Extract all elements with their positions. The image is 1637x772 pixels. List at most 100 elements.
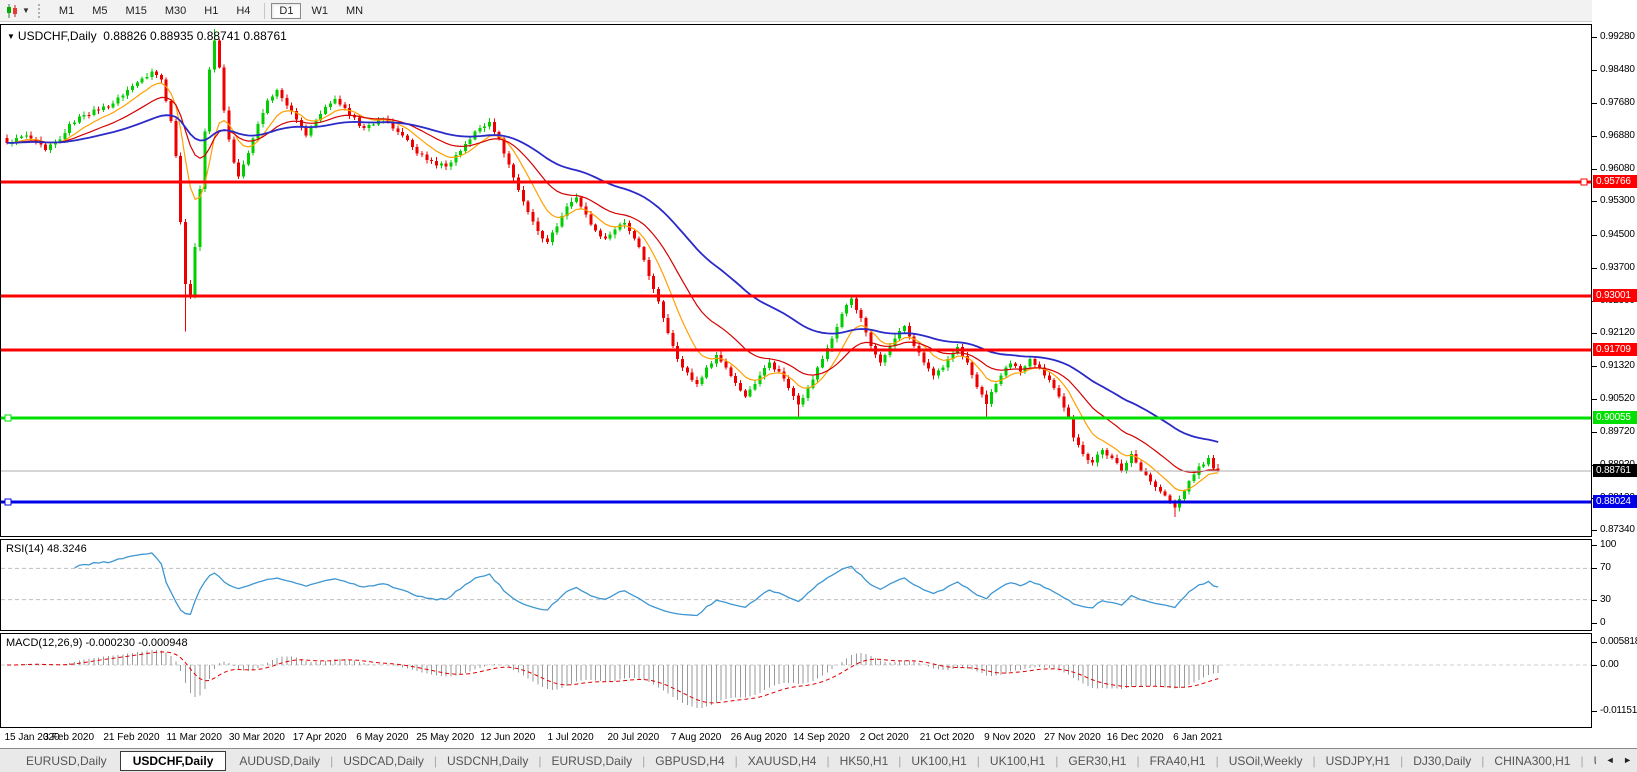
timeframe-button-m5[interactable]: M5: [84, 3, 115, 19]
axis-tick-mark: [1592, 642, 1597, 643]
fast-ma-orange: [7, 82, 1219, 492]
chart-tab-xauusd-h4-7[interactable]: XAUUSD,H4: [738, 751, 827, 771]
date-label: 3 Feb 2020: [43, 732, 95, 743]
date-label: 14 Sep 2020: [793, 732, 850, 743]
chart-tab-gbpusd-h4-6[interactable]: GBPUSD,H4: [645, 751, 734, 771]
symbol-dropdown-icon[interactable]: ▼: [7, 32, 15, 41]
chart-tab-usdjpy-h1-14[interactable]: USDJPY,H1: [1316, 751, 1400, 771]
level-handle[interactable]: [4, 414, 12, 422]
date-label: 2 Oct 2020: [859, 732, 909, 743]
macd-tick-label: 0.005818: [1600, 636, 1637, 647]
level-price-tag: 0.88024: [1593, 495, 1637, 508]
toolbar-grip: [37, 3, 42, 18]
chart-tab-eurusd-daily-0[interactable]: EURUSD,Daily: [16, 751, 117, 771]
date-label: 1 Jul 2020: [547, 732, 594, 743]
axis-tick-mark: [1592, 530, 1597, 531]
chart-tab-ger30-h1-11[interactable]: GER30,H1: [1058, 751, 1136, 771]
macd-tick-label: 0.00: [1600, 659, 1619, 670]
chart-tab-hk50-h1-8[interactable]: HK50,H1: [830, 751, 899, 771]
level-price-tag: 0.95766: [1593, 175, 1637, 188]
axis-tick-mark: [1592, 70, 1597, 71]
timeframe-button-h4[interactable]: H4: [228, 3, 258, 19]
chart-tab-usdcad-daily-3[interactable]: USDCAD,Daily: [333, 751, 434, 771]
chart-tab-usoil--17[interactable]: USOil,: [1584, 751, 1596, 771]
axis-tick-mark: [1592, 545, 1597, 546]
axis-tick-mark: [1592, 623, 1597, 624]
date-label: 16 Dec 2020: [1106, 732, 1164, 743]
rsi-canvas[interactable]: [1, 540, 1591, 630]
date-label: 25 May 2020: [416, 732, 475, 743]
level-price-tag: 0.90055: [1593, 411, 1637, 424]
price-tick-label: 0.95300: [1600, 195, 1635, 206]
chart-tab-dj30-daily-15[interactable]: DJ30,Daily: [1403, 751, 1481, 771]
timeframe-buttons: M1 M5 M15 M30 H1 H4 D1 W1 MN: [50, 2, 372, 19]
tab-scroll-arrows: ◄ ►: [1600, 755, 1632, 765]
timeframe-button-m15[interactable]: M15: [117, 3, 154, 19]
axis-tick-mark: [1592, 268, 1597, 269]
chart-tab-audusd-daily-2[interactable]: AUDUSD,Daily: [229, 751, 330, 771]
timeframe-button-w1[interactable]: W1: [303, 3, 336, 19]
current-price-tag: 0.88761: [1593, 464, 1637, 477]
rsi-tick-label: 100: [1600, 539, 1617, 550]
date-label: 30 Mar 2020: [228, 732, 285, 743]
axis-tick-mark: [1592, 600, 1597, 601]
axis-tick-mark: [1592, 136, 1597, 137]
macd-pane[interactable]: MACD(12,26,9) -0.000230 -0.000948: [0, 633, 1592, 728]
macd-histogram: [16, 650, 1219, 708]
axis-tick-mark: [1592, 37, 1597, 38]
time-axis[interactable]: 15 Jan 2020 3 Feb 2020 21 Feb 2020 11 Mar 2…: [0, 729, 1592, 747]
chart-tab-usdcnh-daily-4[interactable]: USDCNH,Daily: [437, 751, 538, 771]
timeframe-button-d1[interactable]: D1: [271, 2, 302, 19]
rsi-pane[interactable]: RSI(14) 48.3246: [0, 539, 1592, 631]
axis-tick-mark: [1592, 432, 1597, 433]
slow-ma-blue: [7, 114, 1219, 443]
rsi-label: RSI(14) 48.3246: [6, 543, 87, 555]
axis-tick-mark: [1592, 665, 1597, 666]
tab-scroll-right-icon[interactable]: ►: [1623, 755, 1632, 765]
axis-tick-mark: [1592, 201, 1597, 202]
level-handle[interactable]: [4, 498, 12, 506]
timeframe-button-m1[interactable]: M1: [51, 3, 82, 19]
chart-tab-china300-h1-16[interactable]: CHINA300,H1: [1484, 751, 1580, 771]
chart-ohlc-values: 0.88826 0.88935 0.88741 0.88761: [103, 29, 287, 43]
toolbar-separator: [264, 2, 266, 19]
price-tick-label: 0.90520: [1600, 393, 1635, 404]
date-label: 6 May 2020: [356, 732, 409, 743]
price-tick-label: 0.98480: [1600, 64, 1635, 75]
mt4-window: ▼ M1 M5 M15 M30 H1 H4 D1 W1 MN ▼ USDCHF,Daily 0.8…: [0, 0, 1637, 772]
main-chart-canvas[interactable]: [1, 25, 1591, 536]
chart-tab-uk100-h1-10[interactable]: UK100,H1: [980, 751, 1055, 771]
rsi-tick-label: 70: [1600, 562, 1611, 573]
macd-signal-line: [7, 651, 1219, 704]
date-label: 12 Jun 2020: [480, 732, 536, 743]
timeframe-button-h1[interactable]: H1: [196, 3, 226, 19]
macd-label: MACD(12,26,9) -0.000230 -0.000948: [6, 637, 188, 649]
chart-tab-usoil-weekly-13[interactable]: USOil,Weekly: [1219, 751, 1313, 771]
date-label: 11 Mar 2020: [166, 732, 222, 743]
level-price-tag: 0.91709: [1593, 343, 1637, 356]
chart-symbol-label: USDCHF,Daily: [17, 29, 97, 43]
price-axis[interactable]: 0.99280 0.98480 0.97680 0.96880 0.96080 0.953…: [1592, 0, 1637, 772]
date-label: 26 Aug 2020: [730, 732, 787, 743]
timeframe-button-m30[interactable]: M30: [157, 3, 194, 19]
price-tick-label: 0.97680: [1600, 97, 1635, 108]
timeframe-button-mn[interactable]: MN: [338, 3, 371, 19]
price-tick-label: 0.94500: [1600, 229, 1635, 240]
chart-tab-fra40-h1-12[interactable]: FRA40,H1: [1140, 751, 1216, 771]
date-label: 21 Feb 2020: [103, 732, 160, 743]
chart-type-dropdown-icon[interactable]: ▼: [22, 6, 30, 15]
date-label: 20 Jul 2020: [607, 732, 660, 743]
main-chart-pane[interactable]: ▼ USDCHF,Daily 0.88826 0.88935 0.88741 0.…: [0, 24, 1592, 537]
chart-tab-usdchf-daily-1[interactable]: USDCHF,Daily: [119, 750, 227, 771]
macd-canvas[interactable]: [1, 634, 1591, 727]
level-handle[interactable]: [1580, 178, 1588, 186]
chart-type-icon[interactable]: [4, 3, 20, 19]
tab-scroll-left-icon[interactable]: ◄: [1606, 755, 1615, 765]
axis-tick-mark: [1592, 103, 1597, 104]
chart-tab-uk100-h1-9[interactable]: UK100,H1: [901, 751, 976, 771]
candlestick-series: [5, 29, 1220, 517]
chart-tab-eurusd-daily-5[interactable]: EURUSD,Daily: [541, 751, 642, 771]
price-tick-label: 0.96880: [1600, 130, 1635, 141]
axis-tick-mark: [1592, 235, 1597, 236]
chart-tabs: EURUSD,Daily USDCHF,Daily AUDUSD,Daily | USD…: [0, 750, 1596, 771]
